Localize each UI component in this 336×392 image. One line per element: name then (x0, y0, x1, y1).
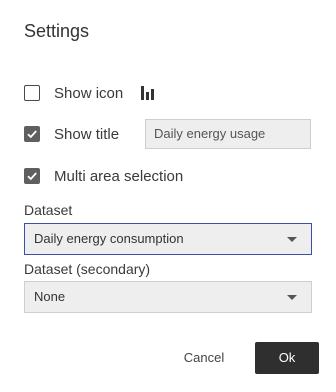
checkmark-icon (27, 130, 37, 139)
show-icon-checkbox[interactable] (24, 85, 40, 101)
ok-button[interactable]: Ok (255, 342, 319, 374)
show-title-checkbox[interactable] (24, 126, 40, 142)
show-icon-label: Show icon (54, 84, 124, 102)
dataset-secondary-select[interactable]: None (24, 281, 312, 313)
dataset-secondary-label: Dataset (secondary) (24, 261, 151, 277)
dataset-selected-value: Daily energy consumption (34, 231, 184, 246)
checkmark-icon (27, 172, 37, 181)
settings-dialog: Settings Show icon Show title Daily ener… (0, 0, 336, 392)
multi-area-label: Multi area selection (54, 167, 184, 185)
dataset-secondary-selected-value: None (34, 289, 66, 304)
dropdown-arrow-icon (287, 295, 297, 300)
show-title-label: Show title (54, 125, 120, 143)
show-icon-option[interactable]: Show icon (24, 83, 156, 103)
multi-area-option[interactable]: Multi area selection (24, 166, 183, 186)
dataset-select[interactable]: Daily energy consumption (24, 223, 312, 255)
dataset-label: Dataset (24, 202, 73, 218)
bar-chart-icon (141, 86, 156, 100)
dropdown-arrow-icon (287, 237, 297, 242)
cancel-button[interactable]: Cancel (176, 346, 232, 370)
title-input[interactable]: Daily energy usage (145, 119, 311, 149)
show-title-option[interactable]: Show title (24, 124, 119, 144)
dialog-title: Settings (24, 21, 90, 41)
multi-area-checkbox[interactable] (24, 168, 40, 184)
